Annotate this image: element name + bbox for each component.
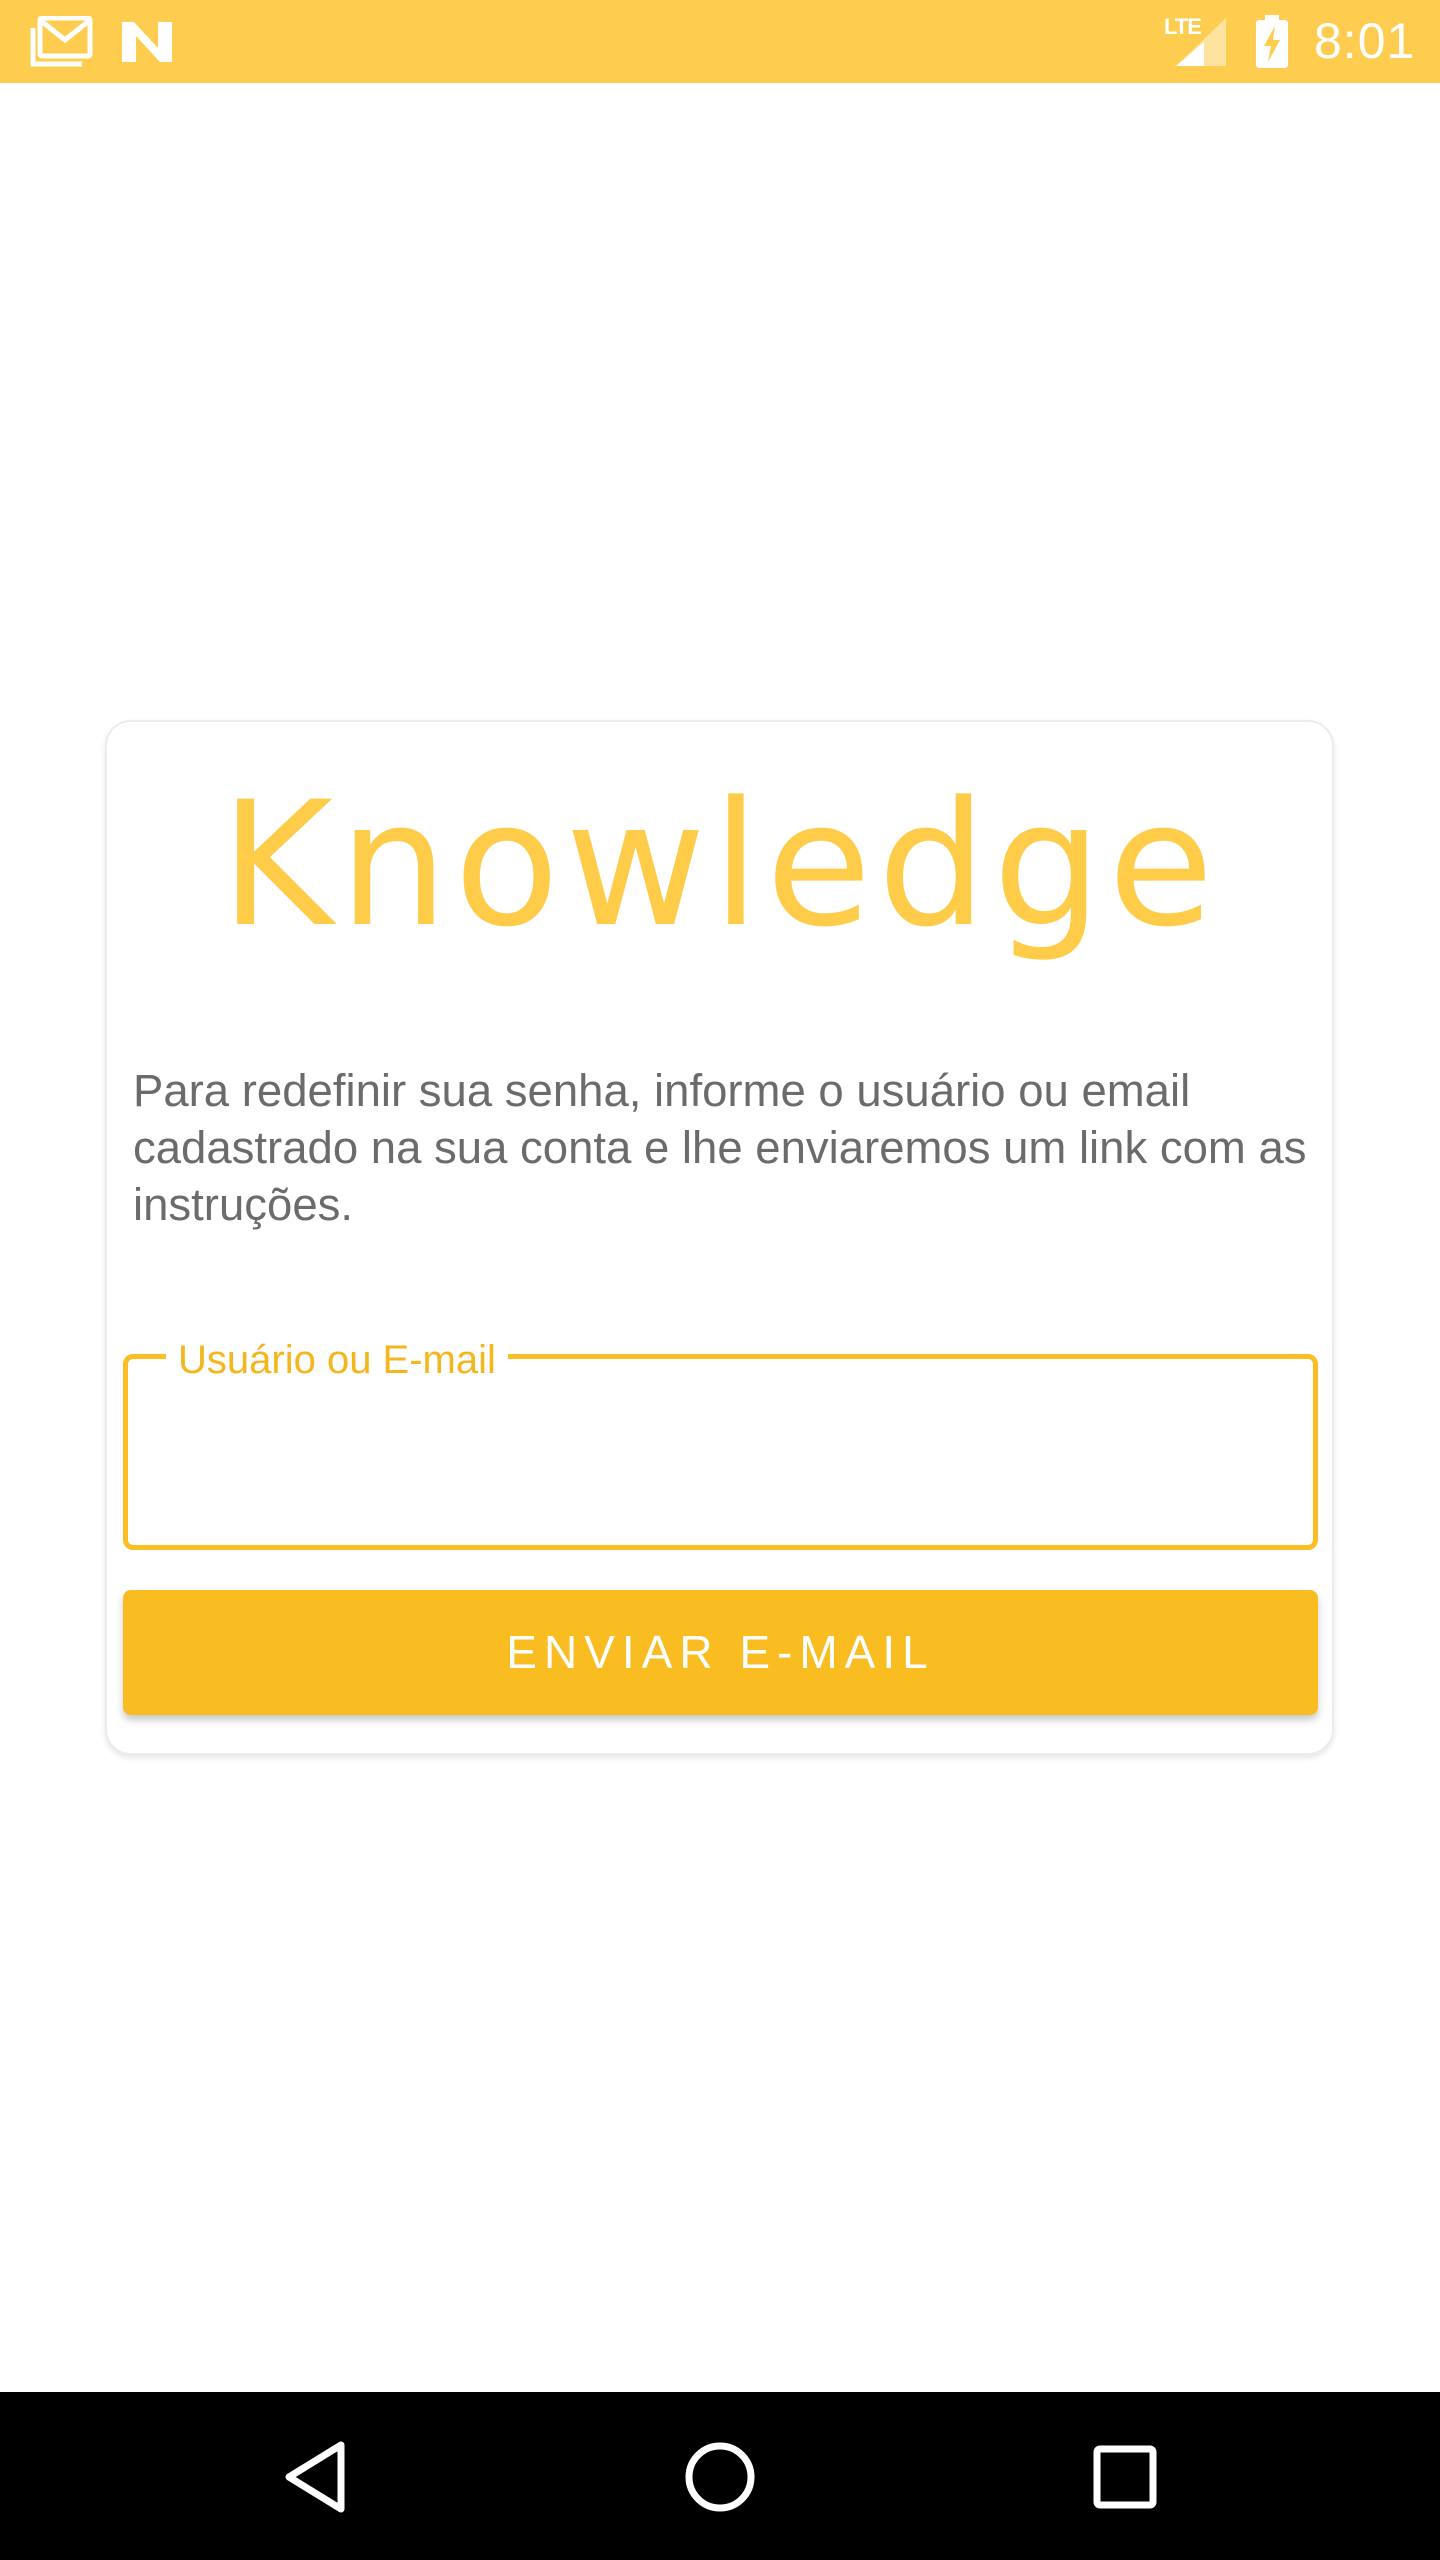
status-bar: LTE 8:01 [0, 0, 1440, 83]
battery-charging-icon [1256, 15, 1288, 68]
home-icon [685, 2442, 755, 2512]
n-notification-icon [122, 22, 172, 62]
instructions-text: Para redefinir sua senha, informe o usuá… [133, 1065, 1307, 1230]
app-title: Knowledge [220, 764, 1220, 965]
username-email-input[interactable] [150, 1410, 1290, 1520]
gmail-icon [30, 16, 93, 67]
recents-icon [1093, 2445, 1157, 2509]
username-email-label: Usuário ou E-mail [166, 1334, 508, 1386]
back-icon [285, 2441, 345, 2513]
home-button[interactable] [655, 2412, 785, 2542]
send-email-button[interactable]: ENVIAR E-MAIL [123, 1590, 1318, 1715]
signal-icon [1176, 18, 1226, 66]
recents-button[interactable] [1060, 2412, 1190, 2542]
status-time: 8:01 [1314, 13, 1416, 69]
back-button[interactable] [251, 2412, 381, 2542]
